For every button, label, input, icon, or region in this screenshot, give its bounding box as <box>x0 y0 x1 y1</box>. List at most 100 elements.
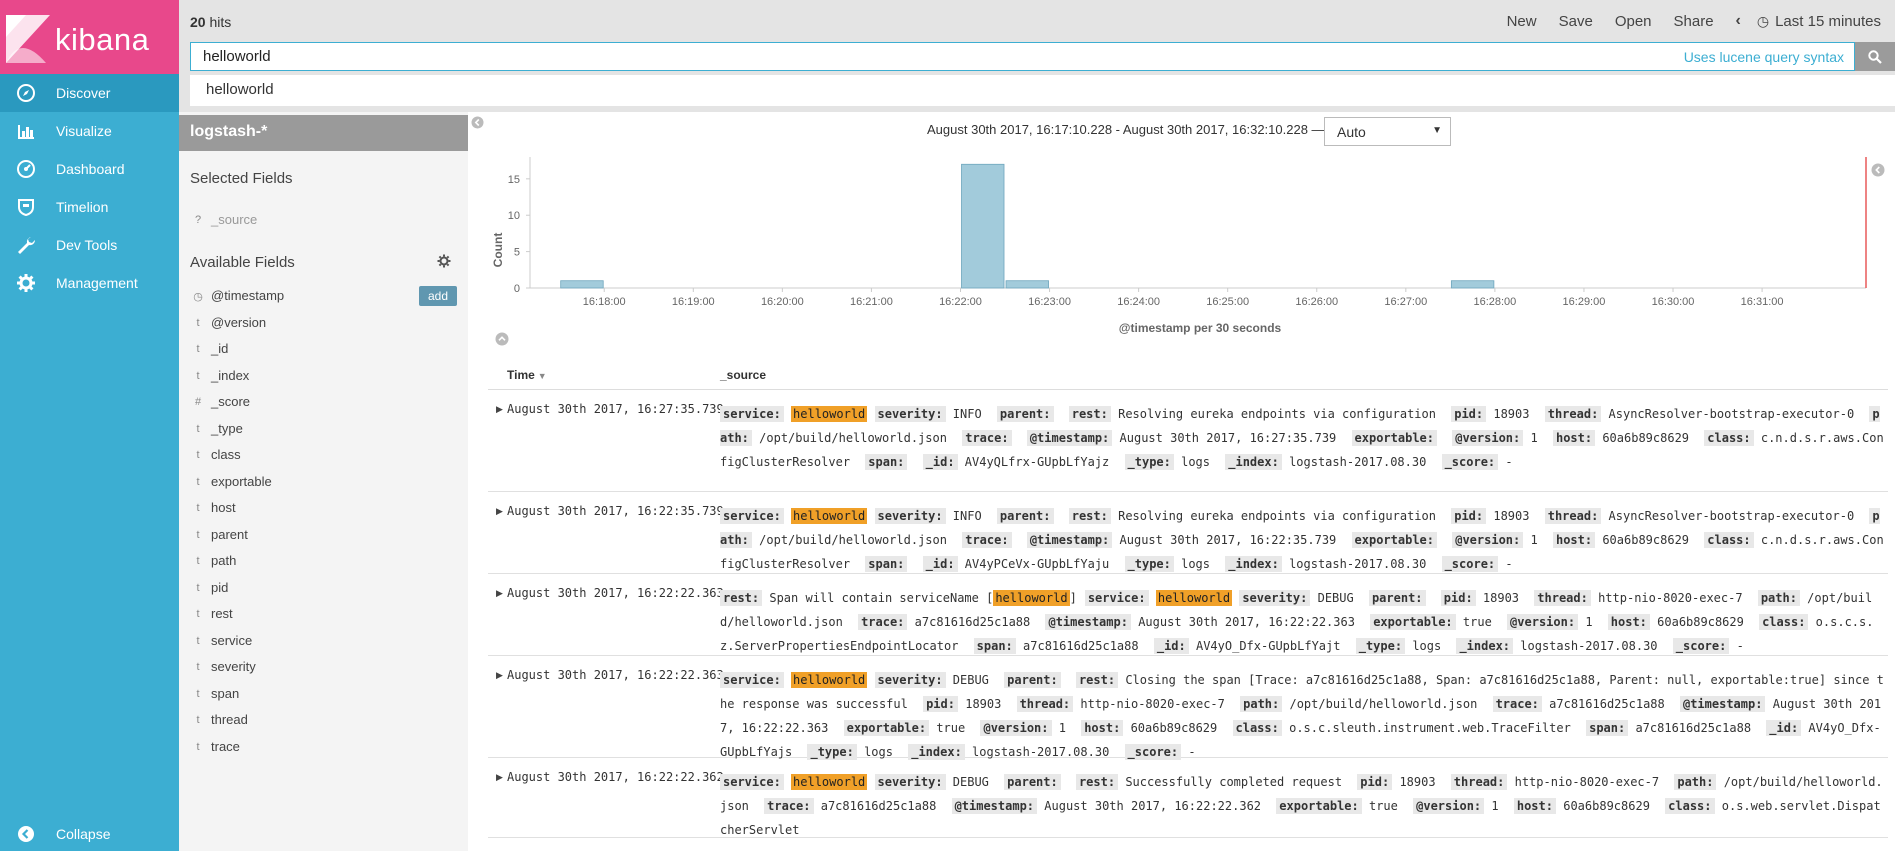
share-button[interactable]: Share <box>1674 13 1714 30</box>
field-name: host <box>211 500 236 515</box>
chevron-left-circle-icon <box>18 826 34 842</box>
expand-row-icon[interactable]: ▶ <box>496 670 503 681</box>
gauge-icon <box>17 160 35 178</box>
source-value: http-nio-8020-exec-7 <box>1598 591 1743 605</box>
histogram-chart[interactable]: Count 051015 16:18:00 16:19:00 16:20:00 16:… <box>468 157 1895 342</box>
source-key: path: <box>1757 590 1800 606</box>
expand-row-icon[interactable]: ▶ <box>496 506 503 517</box>
histogram-bar[interactable] <box>560 280 604 289</box>
source-value: http-nio-8020-exec-7 <box>1514 775 1660 789</box>
column-header-time-label: Time <box>507 368 535 382</box>
sort-desc-icon[interactable]: ▼ <box>538 371 547 381</box>
histogram-bar[interactable] <box>1005 280 1049 289</box>
source-key: @version: <box>1452 532 1524 548</box>
field-item[interactable]: t rest <box>179 604 468 626</box>
field-item[interactable]: t _index <box>179 366 468 388</box>
field-item[interactable]: t exportable <box>179 472 468 494</box>
string-type-icon: t <box>196 634 200 647</box>
field-item[interactable]: t _id <box>179 339 468 361</box>
index-pattern-title[interactable]: logstash-* <box>179 115 468 151</box>
field-item[interactable]: t path <box>179 551 468 573</box>
field-name: parent <box>211 526 248 542</box>
suggestion-item[interactable]: helloworld <box>206 81 274 98</box>
expand-row-icon[interactable]: ▶ <box>496 404 503 415</box>
source-value: INFO <box>952 509 982 523</box>
field-item[interactable]: t severity <box>179 657 468 679</box>
kibana-logo[interactable]: kibana <box>0 0 179 76</box>
lucene-syntax-link[interactable]: Uses lucene query syntax <box>1684 49 1844 65</box>
string-type-icon: t <box>196 687 200 700</box>
field-item[interactable]: # _score <box>179 392 468 414</box>
source-value: DEBUG <box>952 673 989 687</box>
save-button[interactable]: Save <box>1559 13 1593 30</box>
column-header-time[interactable]: Time ▼ <box>507 368 547 382</box>
selected-field-item[interactable]: ? _source <box>179 210 468 232</box>
source-value: August 30th 2017, 16:22:35.739 <box>1119 533 1337 547</box>
histogram-bar[interactable] <box>1450 280 1495 289</box>
nav-item-visualize[interactable]: Visualize <box>0 112 179 150</box>
source-value: logstash-2017.08.30 <box>1289 455 1427 469</box>
collapse-histogram-icon[interactable] <box>495 332 509 346</box>
time-picker-button[interactable]: Last 15 minutes <box>1775 13 1881 30</box>
field-item[interactable]: t thread <box>179 710 468 732</box>
source-key: path: <box>1240 696 1283 712</box>
string-type-icon: t <box>196 502 200 514</box>
source-key: _index: <box>1225 556 1282 572</box>
collapse-sidebar-icon[interactable] <box>471 116 484 129</box>
add-field-button[interactable]: add <box>419 286 457 306</box>
collapse-chart-icon[interactable] <box>1871 163 1885 177</box>
nav-item-timelion[interactable]: Timelion <box>0 188 179 226</box>
source-key: span: <box>865 454 908 470</box>
field-item[interactable]: t parent <box>179 525 468 547</box>
nav-item-dashboard[interactable]: Dashboard <box>0 150 179 188</box>
source-value: Successfully completed request <box>1125 775 1343 789</box>
field-item[interactable]: t host <box>179 498 468 520</box>
search-button[interactable] <box>1855 42 1895 71</box>
source-value-highlight: helloworld <box>791 672 868 688</box>
source-key: rest: <box>1075 774 1119 790</box>
field-item[interactable]: t pid <box>179 578 468 600</box>
interval-select[interactable]: Auto ▼ <box>1324 117 1451 146</box>
field-item[interactable]: t trace <box>179 737 468 759</box>
histogram-bar[interactable] <box>961 163 1005 289</box>
nav-item-discover[interactable]: Discover <box>0 74 179 112</box>
source-value: a7c81616d25c1a88 <box>820 799 937 813</box>
open-button[interactable]: Open <box>1615 13 1652 30</box>
field-item[interactable]: t class <box>179 445 468 467</box>
source-key: host: <box>1081 720 1124 736</box>
expand-row-icon[interactable]: ▶ <box>496 588 503 599</box>
source-value: a7c81616d25c1a88 <box>1549 697 1665 711</box>
source-key: class: <box>1665 798 1715 814</box>
source-key: severity: <box>874 406 946 422</box>
nav-item-dev-tools[interactable]: Dev Tools <box>0 226 179 264</box>
source-value: 60a6b89c8629 <box>1657 615 1744 629</box>
available-fields-title: Available Fields <box>190 254 295 271</box>
source-value: logs <box>864 745 893 759</box>
field-settings-gear-icon[interactable] <box>437 254 451 268</box>
string-type-icon: t <box>196 608 200 620</box>
expand-row-icon[interactable]: ▶ <box>496 772 503 783</box>
source-value: a7c81616d25c1a88 <box>1023 639 1139 653</box>
new-button[interactable]: New <box>1507 13 1537 30</box>
search-input[interactable] <box>191 43 1671 70</box>
string-type-icon: t <box>196 581 200 594</box>
app-name: kibana <box>55 22 150 57</box>
number-type-icon: # <box>194 396 202 408</box>
source-value: a7c81616d25c1a88 <box>1635 721 1752 735</box>
chevron-left-icon[interactable]: ‹ <box>1736 12 1741 30</box>
source-value: AV4yPCeVx-GUpbLfYaju <box>964 557 1110 571</box>
field-item[interactable]: t _type <box>179 419 468 441</box>
y-tick-label: 15 <box>508 174 520 186</box>
field-item[interactable]: t span <box>179 684 468 706</box>
field-item[interactable]: t service <box>179 631 468 653</box>
source-key: @version: <box>980 720 1052 736</box>
source-value: DEBUG <box>1317 591 1354 605</box>
string-type-icon: t <box>196 555 200 567</box>
source-key: @timestamp: <box>1679 696 1766 712</box>
source-value: logstash-2017.08.30 <box>1520 639 1658 653</box>
nav-item-management[interactable]: Management <box>0 264 179 302</box>
source-value: Span will contain serviceName [helloworl… <box>769 590 1077 606</box>
field-item[interactable]: t @version <box>179 313 468 335</box>
source-value: true <box>936 721 966 735</box>
collapse-nav-button[interactable]: Collapse <box>0 815 179 853</box>
